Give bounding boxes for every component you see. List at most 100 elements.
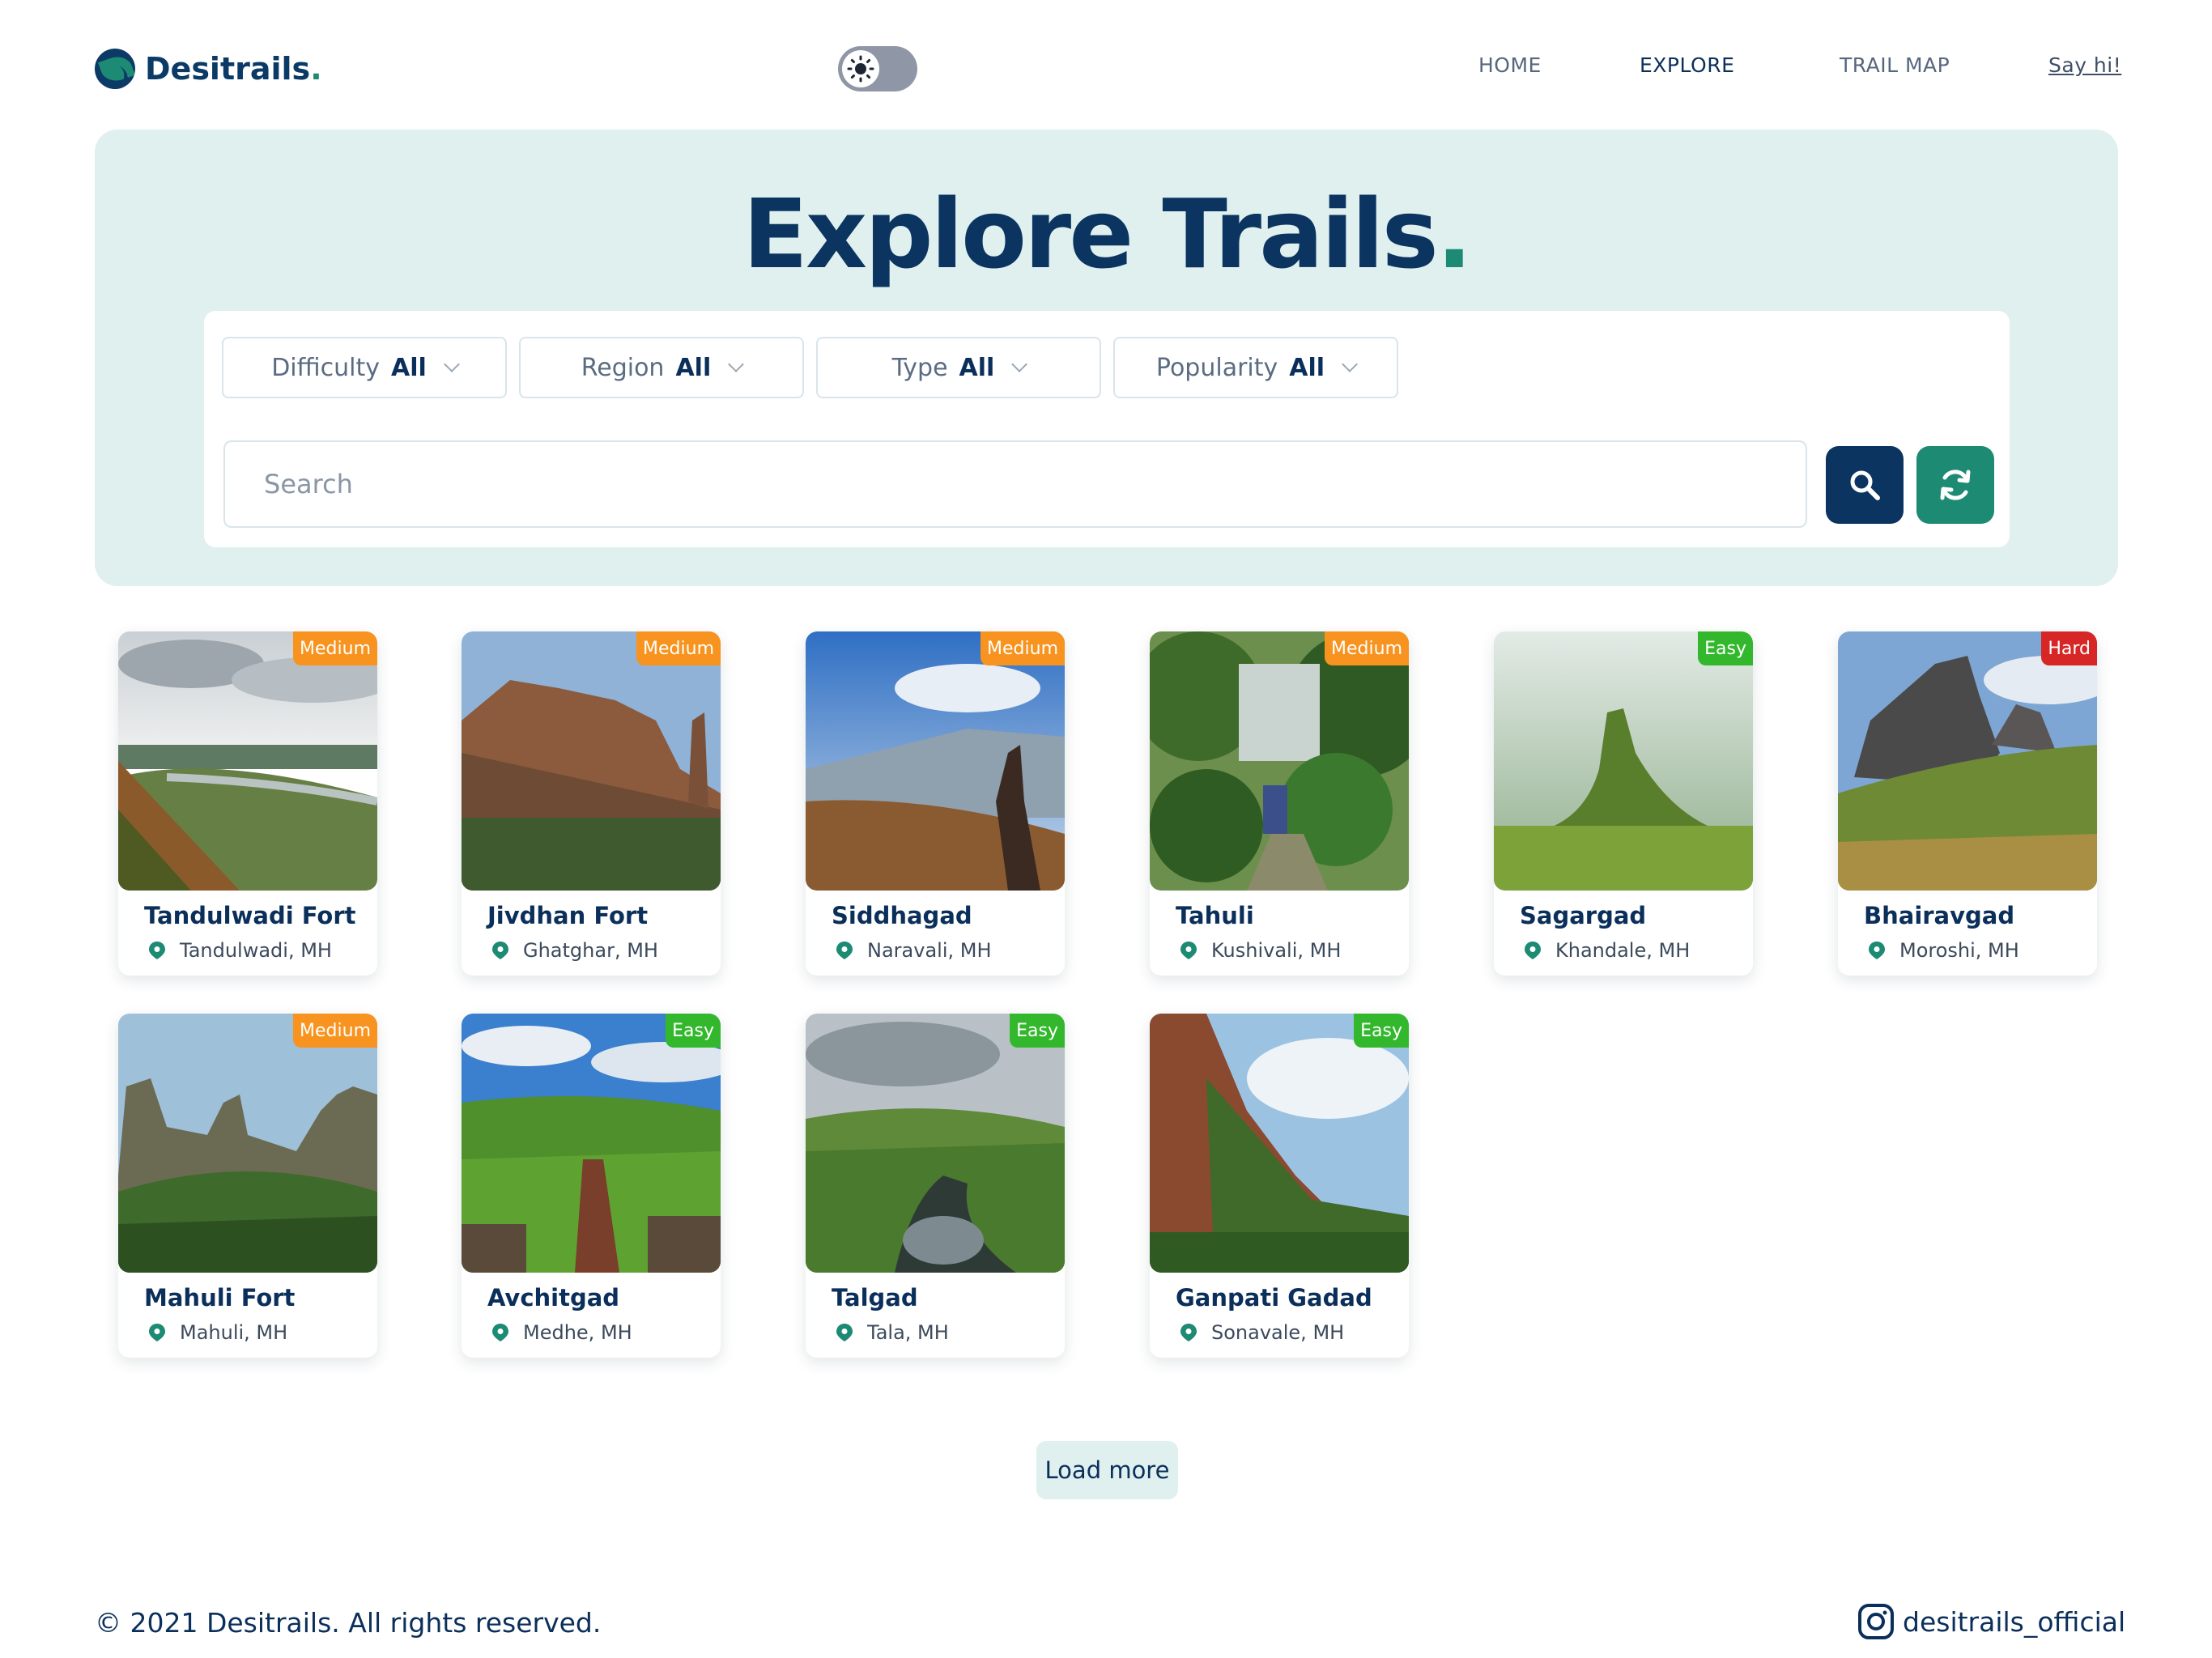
difficulty-badge: Easy xyxy=(1010,1014,1065,1048)
filter-popularity[interactable]: Popularity All xyxy=(1113,337,1398,398)
chevron-down-icon xyxy=(1011,356,1028,372)
trail-card-tandulwadi-fort[interactable]: Medium Tandulwadi Fort Tandulwadi, MH xyxy=(118,631,377,976)
chevron-down-icon xyxy=(1342,356,1358,372)
hero-section: Explore Trails. Difficulty All Region Al… xyxy=(95,130,2118,586)
trail-photo xyxy=(118,631,377,891)
location-pin-icon xyxy=(836,1324,853,1341)
trail-name: Bhairavgad xyxy=(1864,902,2015,929)
difficulty-badge: Medium xyxy=(636,631,721,665)
trail-location: Medhe, MH xyxy=(491,1321,632,1344)
trail-card-jivdhan-fort[interactable]: Medium Jivdhan Fort Ghatghar, MH xyxy=(462,631,721,976)
trail-name: Avchitgad xyxy=(487,1284,620,1312)
filter-type[interactable]: Type All xyxy=(816,337,1101,398)
location-pin-icon xyxy=(149,942,165,959)
trail-location: Khandale, MH xyxy=(1523,939,1690,962)
trail-location: Tala, MH xyxy=(835,1321,949,1344)
logo-dot: . xyxy=(310,51,322,87)
filter-value: All xyxy=(959,353,995,382)
trail-card-mahuli-fort[interactable]: Medium Mahuli Fort Mahuli, MH xyxy=(118,1014,377,1358)
location-pin-icon xyxy=(1180,1324,1197,1341)
filter-value: All xyxy=(1289,353,1325,382)
location-pin-icon xyxy=(492,942,508,959)
trail-photo xyxy=(118,1014,377,1273)
trail-photo xyxy=(1494,631,1753,891)
trail-card-avchitgad[interactable]: Easy Avchitgad Medhe, MH xyxy=(462,1014,721,1358)
reset-button[interactable] xyxy=(1916,446,1994,524)
filter-label: Type xyxy=(891,353,948,382)
filter-label: Difficulty xyxy=(271,353,380,382)
nav-home[interactable]: HOME xyxy=(1478,53,1542,83)
nav-say-hi[interactable]: Say hi! xyxy=(2048,53,2121,83)
filter-value: All xyxy=(391,353,427,382)
trail-photo xyxy=(806,631,1065,891)
trail-photo xyxy=(1150,631,1409,891)
trail-location: Moroshi, MH xyxy=(1867,939,2019,962)
trail-name: Siddhagad xyxy=(832,902,972,929)
trail-card-bhairavgad[interactable]: Hard Bhairavgad Moroshi, MH xyxy=(1838,631,2097,976)
trail-name: Jivdhan Fort xyxy=(487,902,649,929)
difficulty-badge: Easy xyxy=(1354,1014,1409,1048)
trail-location: Sonavale, MH xyxy=(1179,1321,1344,1344)
leaf-logo-icon xyxy=(95,49,135,89)
refresh-icon xyxy=(1940,470,1971,500)
trail-card-ganpati-gadad[interactable]: Easy Ganpati Gadad Sonavale, MH xyxy=(1150,1014,1409,1358)
trail-name: Talgad xyxy=(832,1284,918,1312)
chevron-down-icon xyxy=(728,356,745,372)
difficulty-badge: Easy xyxy=(666,1014,721,1048)
filter-label: Region xyxy=(581,353,665,382)
trail-card-talgad[interactable]: Easy Talgad Tala, MH xyxy=(806,1014,1065,1358)
trail-location: Ghatghar, MH xyxy=(491,939,658,962)
trail-name: Tandulwadi Fort xyxy=(144,902,356,929)
page-title: Explore Trails. xyxy=(742,178,1473,290)
difficulty-badge: Medium xyxy=(293,1014,377,1048)
difficulty-badge: Medium xyxy=(293,631,377,665)
copyright-text: © 2021 Desitrails. All rights reserved. xyxy=(95,1607,602,1639)
trail-photo xyxy=(462,631,721,891)
instagram-handle: desitrails_official xyxy=(1903,1605,2126,1638)
filter-difficulty[interactable]: Difficulty All xyxy=(222,337,507,398)
location-pin-icon xyxy=(836,942,853,959)
difficulty-badge: Medium xyxy=(1325,631,1409,665)
trail-location: Kushivali, MH xyxy=(1179,939,1341,962)
instagram-link[interactable]: desitrails_official xyxy=(1857,1603,2125,1640)
trail-name: Mahuli Fort xyxy=(144,1284,296,1312)
difficulty-badge: Easy xyxy=(1698,631,1753,665)
filter-value: All xyxy=(675,353,712,382)
location-pin-icon xyxy=(149,1324,165,1341)
trail-photo xyxy=(462,1014,721,1273)
chevron-down-icon xyxy=(443,356,460,372)
logo[interactable]: Desitrails. xyxy=(95,46,322,91)
search-input[interactable] xyxy=(223,440,1807,528)
trail-location: Naravali, MH xyxy=(835,939,992,962)
load-more-button[interactable]: Load more xyxy=(1036,1441,1178,1499)
filter-label: Popularity xyxy=(1155,353,1278,382)
filter-region[interactable]: Region All xyxy=(519,337,804,398)
title-dot: . xyxy=(1436,178,1473,290)
theme-toggle[interactable] xyxy=(838,46,917,91)
location-pin-icon xyxy=(1525,942,1541,959)
logo-text: Desitrails xyxy=(145,51,311,87)
search-icon xyxy=(1850,470,1880,500)
trail-name: Tahuli xyxy=(1176,902,1254,929)
difficulty-badge: Hard xyxy=(2041,631,2097,665)
location-pin-icon xyxy=(492,1324,508,1341)
trail-card-tahuli[interactable]: Medium Tahuli Kushivali, MH xyxy=(1150,631,1409,976)
trail-name: Ganpati Gadad xyxy=(1176,1284,1372,1312)
trail-location: Mahuli, MH xyxy=(147,1321,287,1344)
trail-card-siddhagad[interactable]: Medium Siddhagad Naravali, MH xyxy=(806,631,1065,976)
search-button[interactable] xyxy=(1826,446,1904,524)
trail-name: Sagargad xyxy=(1520,902,1647,929)
trail-photo xyxy=(1838,631,2097,891)
trail-card-sagargad[interactable]: Easy Sagargad Khandale, MH xyxy=(1494,631,1753,976)
location-pin-icon xyxy=(1180,942,1197,959)
nav-trail-map[interactable]: TRAIL MAP xyxy=(1840,53,1950,83)
difficulty-badge: Medium xyxy=(981,631,1065,665)
instagram-icon xyxy=(1858,1604,1894,1639)
trail-location: Tandulwadi, MH xyxy=(147,939,332,962)
sun-icon xyxy=(842,50,879,87)
location-pin-icon xyxy=(1869,942,1885,959)
filter-panel: Difficulty All Region All Type All Popul… xyxy=(204,311,2010,547)
trail-photo xyxy=(806,1014,1065,1273)
nav-explore[interactable]: EXPLORE xyxy=(1640,53,1734,83)
trail-photo xyxy=(1150,1014,1409,1273)
